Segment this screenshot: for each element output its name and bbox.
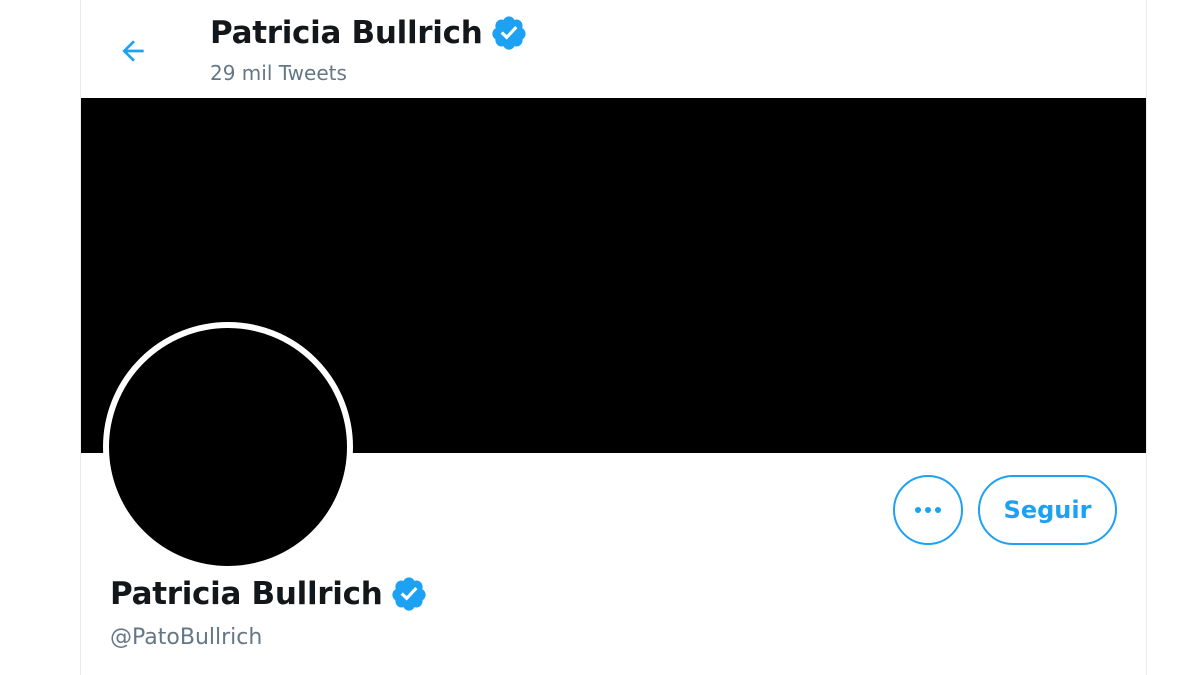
ellipsis-icon: [915, 507, 941, 513]
tweet-count: 29 mil Tweets: [210, 61, 347, 85]
follow-button[interactable]: Seguir: [978, 475, 1117, 545]
verified-badge-icon: [492, 16, 527, 50]
profile-name: Patricia Bullrich: [110, 576, 383, 612]
back-button[interactable]: [111, 29, 155, 73]
verified-badge-icon: [392, 577, 427, 611]
profile-column: Patricia Bullrich 29 mil Tweets Seguir P…: [80, 0, 1147, 675]
avatar[interactable]: [103, 322, 353, 572]
profile-handle: @PatoBullrich: [110, 625, 263, 650]
more-options-button[interactable]: [893, 475, 963, 545]
header-name-row: Patricia Bullrich: [210, 14, 528, 52]
back-arrow-icon: [122, 40, 144, 62]
profile-name-row: Patricia Bullrich: [110, 575, 428, 613]
header-title: Patricia Bullrich: [210, 15, 483, 51]
page: Patricia Bullrich 29 mil Tweets Seguir P…: [0, 0, 1200, 675]
profile-header-bar: Patricia Bullrich 29 mil Tweets: [81, 0, 1146, 98]
